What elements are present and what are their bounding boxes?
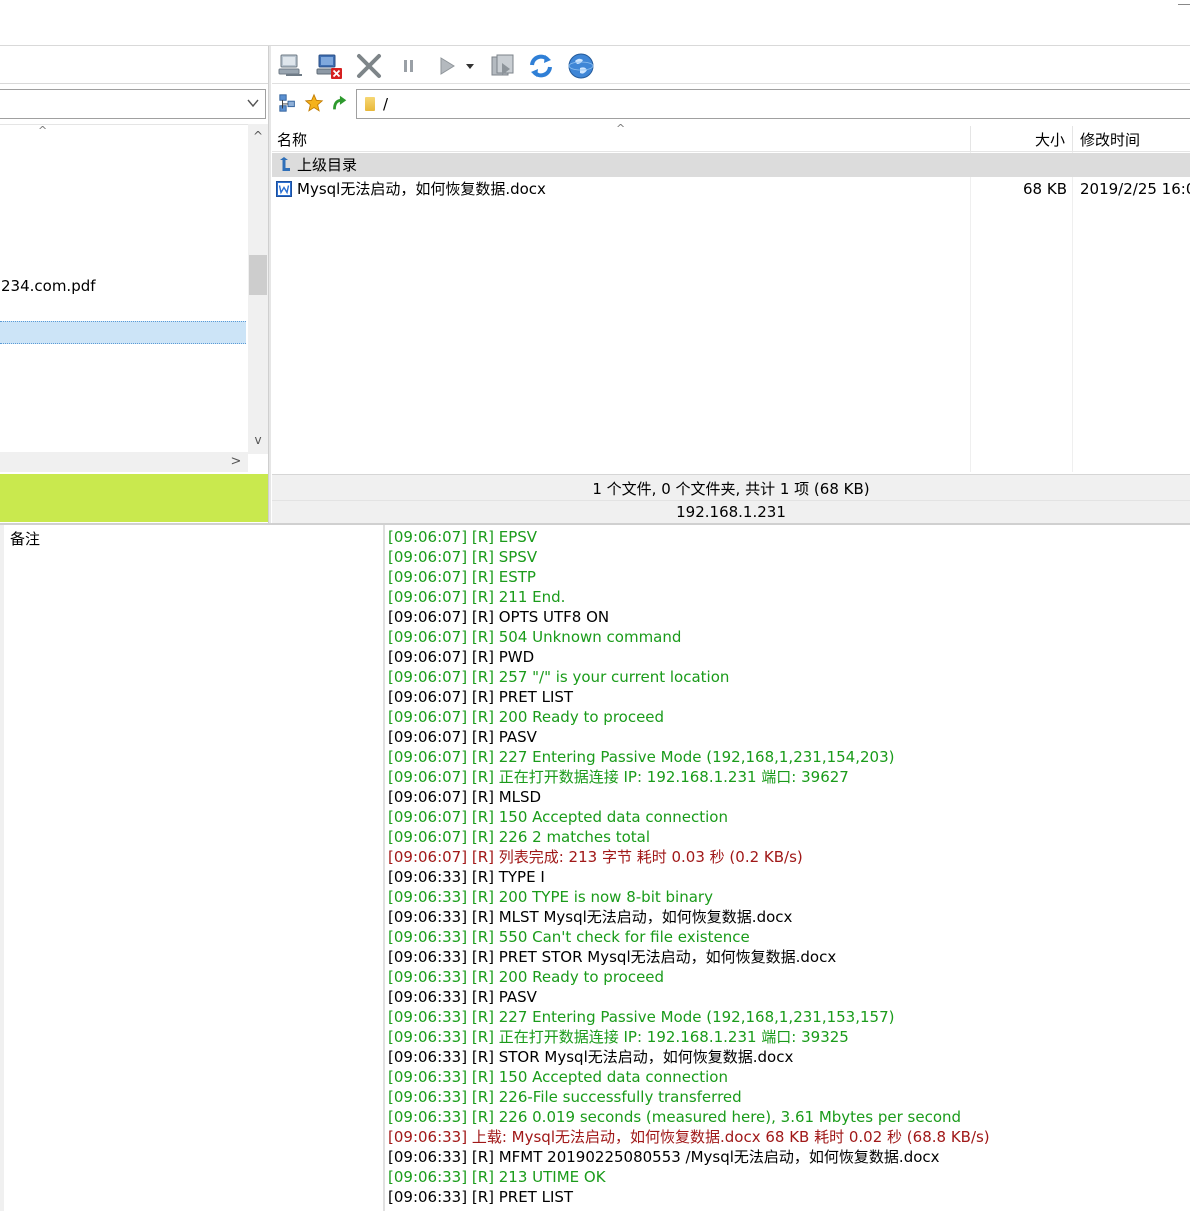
log-line: [09:06:07] [R] 正在打开数据连接 IP: 192.168.1.23… xyxy=(388,768,849,786)
browser-button[interactable] xyxy=(564,49,598,83)
pane-splitter[interactable] xyxy=(268,46,271,523)
log-line: [09:06:33] [R] TYPE I xyxy=(388,868,545,886)
log-line: [09:06:07] [R] 列表完成: 213 字节 耗时 0.03 秒 (0… xyxy=(388,848,803,866)
star-icon xyxy=(304,93,324,112)
up-arrow-green-icon xyxy=(333,95,347,110)
site-tree-button[interactable] xyxy=(277,92,299,114)
disconnect-icon xyxy=(316,54,342,79)
local-file-row[interactable]: 234.com.pdf xyxy=(0,274,246,298)
refresh-button[interactable] xyxy=(524,49,558,83)
tree-view-icon xyxy=(279,94,295,112)
log-line: [09:06:07] [R] 211 End. xyxy=(388,588,566,606)
remote-toolbar xyxy=(272,46,1190,84)
file-modified: 2019/2/25 16:0 xyxy=(1080,180,1190,198)
log-line: [09:06:07] [R] 257 "/" is your current l… xyxy=(388,668,730,686)
log-line: [09:06:07] [R] 226 2 matches total xyxy=(388,828,650,846)
cancel-button[interactable] xyxy=(352,49,386,83)
log-line: [09:06:33] [R] 226-File successfully tra… xyxy=(388,1088,742,1106)
disconnect-button[interactable] xyxy=(312,49,346,83)
local-horizontal-scrollbar[interactable] xyxy=(0,452,248,472)
log-line: [09:06:07] [R] 504 Unknown command xyxy=(388,628,682,646)
log-pane[interactable]: [09:06:07] [R] EPSV [09:06:07] [R] SPSV [0… xyxy=(385,527,1190,1211)
log-line: [09:06:07] [R] PWD xyxy=(388,648,535,666)
log-line: [09:06:33] [R] STOR Mysql无法启动，如何恢复数据.doc… xyxy=(388,1048,794,1066)
log-line: [09:06:33] [R] 200 TYPE is now 8-bit bin… xyxy=(388,888,713,906)
log-line: [09:06:33] 上载: Mysql无法启动，如何恢复数据.docx 68 … xyxy=(388,1128,990,1146)
log-line: [09:06:33] [R] 213 UTIME OK xyxy=(388,1168,606,1186)
log-line: [09:06:07] [R] OPTS UTF8 ON xyxy=(388,608,610,626)
local-path-combobox[interactable] xyxy=(0,89,266,119)
log-line: [09:06:07] [R] 150 Accepted data connect… xyxy=(388,808,728,826)
log-line: [09:06:33] [R] MFMT 20190225080553 /Mysq… xyxy=(388,1148,940,1166)
scroll-right-icon[interactable]: > xyxy=(226,452,246,472)
log-line: [09:06:33] [R] PRET STOR Mysql无法启动，如何恢复数… xyxy=(388,948,837,966)
chevron-down-icon[interactable] xyxy=(247,95,259,111)
transfer-queue-icon xyxy=(491,54,514,76)
close-icon xyxy=(357,54,381,78)
pause-icon xyxy=(404,60,413,72)
window-corner-mark xyxy=(1178,4,1190,5)
log-line: [09:06:33] [R] 150 Accepted data connect… xyxy=(388,1068,728,1086)
scroll-down-icon[interactable]: v xyxy=(248,430,268,450)
log-line: [09:06:07] [R] MLSD xyxy=(388,788,542,806)
log-line: [09:06:33] [R] 226 0.019 seconds (measur… xyxy=(388,1108,962,1126)
log-line: [09:06:33] [R] PASV xyxy=(388,988,537,1006)
file-name: 上级目录 xyxy=(297,156,358,174)
log-line: [09:06:33] [R] PRET LIST xyxy=(388,1188,574,1206)
log-line: [09:06:07] [R] EPSV xyxy=(388,528,538,546)
play-icon xyxy=(440,57,455,75)
local-toolbar-strip xyxy=(0,46,268,84)
local-selected-row[interactable] xyxy=(0,321,246,344)
file-size: 68 KB xyxy=(1023,180,1067,198)
local-status-bar xyxy=(0,474,268,522)
refresh-icon xyxy=(530,54,552,78)
bookmark-button[interactable] xyxy=(303,92,325,114)
log-line: [09:06:07] [R] ESTP xyxy=(388,568,536,586)
pause-button[interactable] xyxy=(392,49,426,83)
connect-icon xyxy=(278,54,302,76)
word-document-icon xyxy=(276,181,292,197)
up-arrow-icon xyxy=(280,157,290,171)
log-line: [09:06:07] [R] 227 Entering Passive Mode… xyxy=(388,748,895,766)
column-header-name[interactable]: 名称 xyxy=(277,126,307,152)
globe-icon xyxy=(568,53,594,79)
dropdown-icon xyxy=(466,64,474,69)
log-line: [09:06:33] [R] MLST Mysql无法启动，如何恢复数据.doc… xyxy=(388,908,793,926)
remote-path-input[interactable]: / xyxy=(356,89,1190,119)
remote-path-text: / xyxy=(383,95,389,113)
folder-icon xyxy=(365,97,375,111)
log-line: [09:06:07] [R] PRET LIST xyxy=(388,688,574,706)
notes-label: 备注 xyxy=(10,530,41,548)
remote-status-summary: 1 个文件, 0 个文件夹, 共计 1 项 (68 KB) xyxy=(272,474,1190,500)
file-name: Mysql无法启动，如何恢复数据.docx xyxy=(297,180,546,198)
connect-button[interactable] xyxy=(274,49,308,83)
scroll-up-icon[interactable]: ^ xyxy=(248,126,268,146)
table-row-parent-dir[interactable]: 上级目录 xyxy=(272,153,1190,177)
column-header-modified[interactable]: 修改时间 xyxy=(1072,126,1190,152)
window-top-strip xyxy=(0,0,1190,46)
sort-ascending-icon[interactable]: ^ xyxy=(616,122,625,135)
notes-pane[interactable] xyxy=(0,525,383,1211)
start-transfer-button[interactable] xyxy=(430,49,464,83)
queue-button[interactable] xyxy=(486,49,520,83)
log-line: [09:06:33] [R] 200 Ready to proceed xyxy=(388,968,665,986)
log-line: [09:06:33] [R] 正在打开数据连接 IP: 192.168.1.23… xyxy=(388,1028,849,1046)
scrollbar-thumb[interactable] xyxy=(249,255,267,295)
log-line: [09:06:07] [R] 200 Ready to proceed xyxy=(388,708,665,726)
remote-list-header: 名称 大小 修改时间 xyxy=(272,126,1190,152)
sort-ascending-icon[interactable]: ^ xyxy=(38,124,47,137)
local-file-list[interactable] xyxy=(0,124,268,472)
log-line: [09:06:33] [R] 550 Can't check for file … xyxy=(388,928,750,946)
table-row[interactable]: Mysql无法启动，如何恢复数据.docx 68 KB 2019/2/25 16… xyxy=(272,177,1190,201)
log-line: [09:06:33] [R] 227 Entering Passive Mode… xyxy=(388,1008,895,1026)
parent-directory-button[interactable] xyxy=(328,92,350,114)
log-line: [09:06:07] [R] SPSV xyxy=(388,548,538,566)
transfer-options-dropdown[interactable] xyxy=(462,49,478,83)
remote-host-label: 192.168.1.231 xyxy=(272,500,1190,523)
column-header-size[interactable]: 大小 xyxy=(970,126,1070,152)
log-line: [09:06:07] [R] PASV xyxy=(388,728,537,746)
